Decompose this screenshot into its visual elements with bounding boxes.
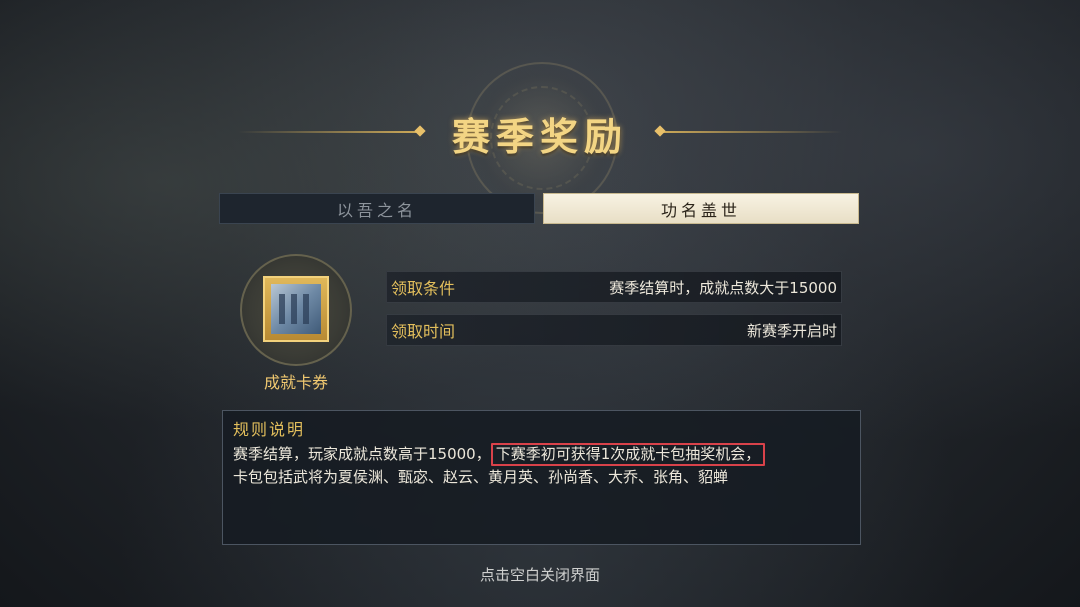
title-divider-right [662, 131, 842, 133]
rules-line2: 卡包包括武将为夏侯渊、甄宓、赵云、黄月英、孙尚香、大乔、张角、貂蝉 [233, 468, 729, 486]
rules-highlight: 下赛季初可获得1次成就卡包抽奖机会， [490, 443, 766, 466]
rules-title: 规则说明 [233, 420, 306, 439]
card-stripe [303, 294, 309, 324]
title-divider-left [238, 131, 418, 133]
close-hint: 点击空白关闭界面 [479, 566, 600, 584]
card-pack-icon[interactable] [263, 276, 329, 342]
rules-text: 赛季结算，玩家成就点数高于15000， 下赛季初可获得1次成就卡包抽奖机会， 卡包… [233, 443, 853, 489]
card-stripe [279, 294, 285, 324]
claim-condition-value: 赛季结算时，成就点数大于15000 [609, 278, 837, 297]
card-stripe [291, 294, 297, 324]
card-pack-art [271, 284, 321, 334]
tab-gongmingaishi[interactable]: 功名盖世 [543, 193, 859, 224]
claim-condition-row: 领取条件 赛季结算时，成就点数大于15000 [386, 271, 842, 303]
tab-yiwuzhiming[interactable]: 以吾之名 [219, 193, 535, 224]
rules-panel: 规则说明 赛季结算，玩家成就点数高于15000， 下赛季初可获得1次成就卡包抽奖机… [222, 410, 861, 545]
claim-time-value: 新赛季开启时 [746, 321, 837, 340]
rules-line1-start: 赛季结算，玩家成就点数高于15000， [233, 445, 491, 463]
page-title: 赛季奖励 [451, 114, 628, 159]
claim-time-row: 领取时间 新赛季开启时 [386, 314, 842, 346]
reward-name: 成就卡券 [263, 373, 328, 392]
claim-condition-label: 领取条件 [391, 279, 456, 298]
claim-time-label: 领取时间 [391, 322, 456, 341]
